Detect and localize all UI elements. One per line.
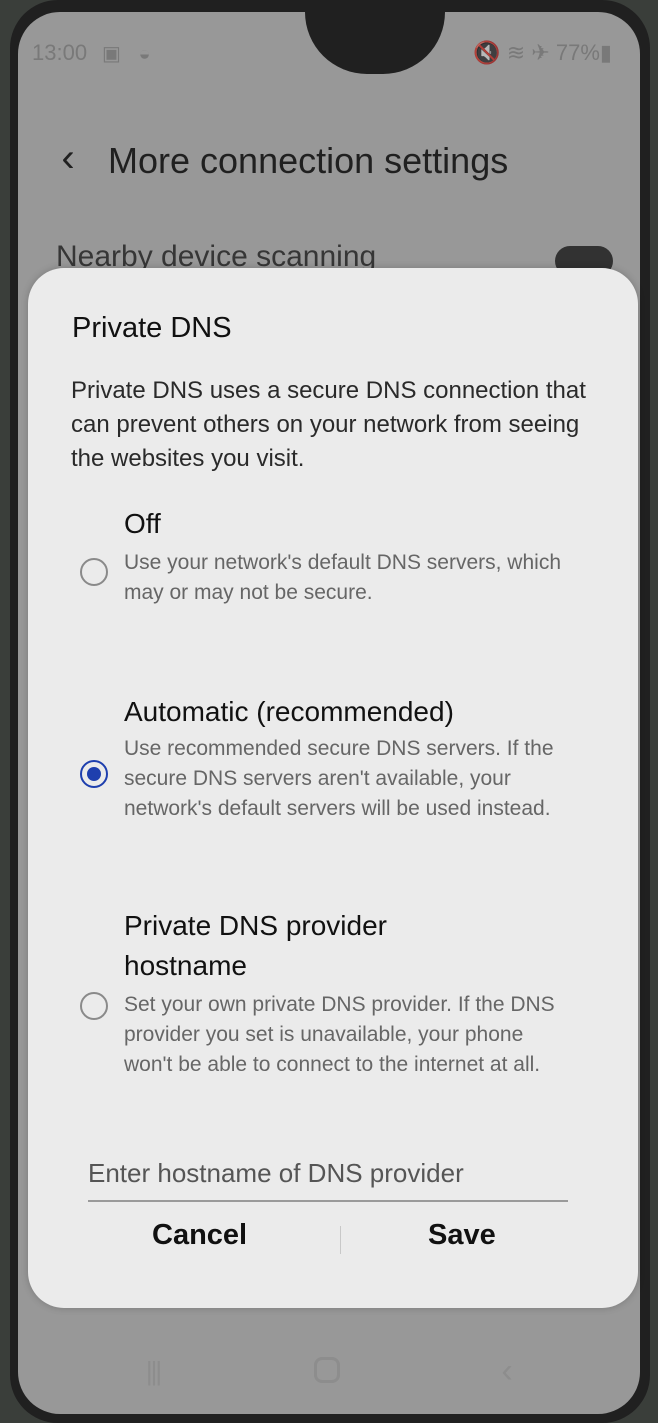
cancel-button[interactable]: Cancel	[146, 1218, 253, 1253]
option-description: Set your own private DNS provider. If th…	[124, 993, 555, 1076]
hostname-input[interactable]	[88, 1152, 568, 1202]
nav-back-icon[interactable]: ‹	[482, 1346, 532, 1396]
dialog-title: Private DNS	[72, 312, 232, 344]
radio-off[interactable]	[80, 558, 108, 586]
option-description: Use your network's default DNS servers, …	[124, 551, 562, 604]
option-title: Automatic (recommended)	[124, 696, 454, 727]
button-divider	[340, 1226, 341, 1254]
recents-icon[interactable]: |||	[128, 1346, 178, 1396]
dialog-description: Private DNS uses a secure DNS connection…	[71, 377, 586, 472]
private-dns-dialog: Private DNS Private DNS uses a secure DN…	[28, 268, 638, 1308]
home-button[interactable]	[302, 1346, 352, 1396]
home-icon	[314, 1357, 340, 1383]
navigation-bar: ||| ‹	[0, 1330, 658, 1410]
option-title: Private DNS provider hostname	[124, 910, 387, 981]
save-button[interactable]: Save	[422, 1218, 502, 1253]
option-title: Off	[124, 508, 161, 539]
radio-automatic[interactable]	[80, 760, 108, 788]
radio-hostname[interactable]	[80, 992, 108, 1020]
option-description: Use recommended secure DNS servers. If t…	[124, 737, 554, 820]
